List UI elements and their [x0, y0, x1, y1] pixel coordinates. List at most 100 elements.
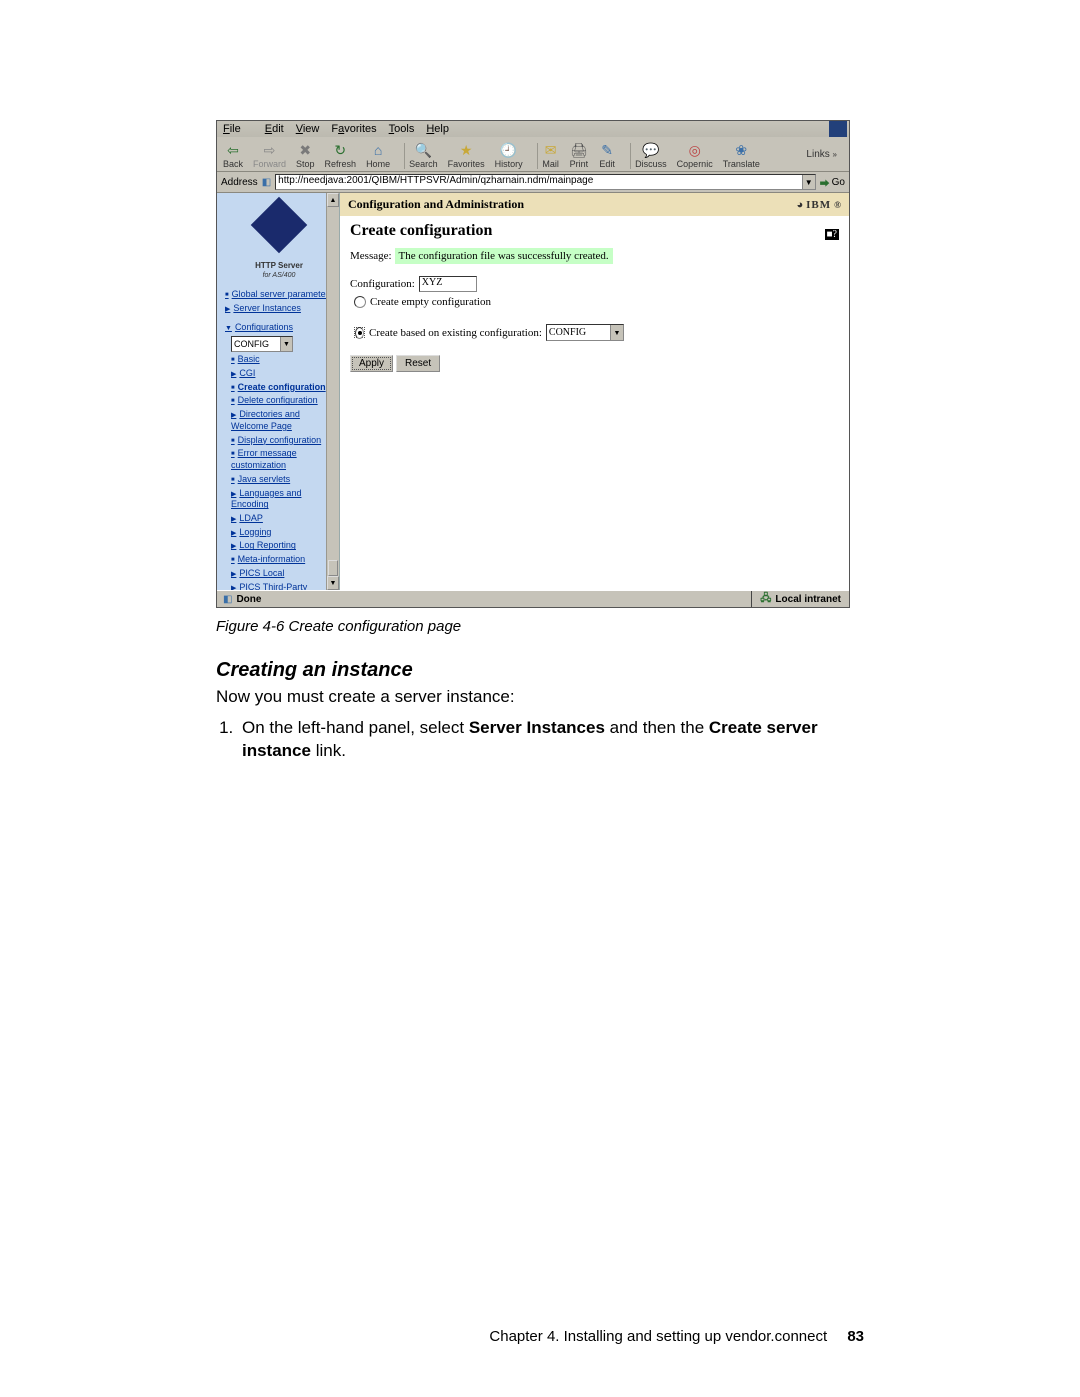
copernic-button[interactable]: ◎Copernic — [677, 141, 713, 169]
go-label[interactable]: Go — [832, 177, 845, 188]
radio-checked-icon — [354, 327, 365, 338]
copernic-icon: ◎ — [686, 141, 704, 159]
page-header-title: Configuration and Administration — [348, 197, 524, 212]
edit-icon: ✎ — [598, 141, 616, 159]
figure-caption: Figure 4-6 Create configuration page — [216, 618, 864, 635]
scroll-up-icon[interactable]: ▲ — [327, 193, 339, 207]
translate-button[interactable]: ❀Translate — [723, 141, 760, 169]
links-label[interactable]: Links » — [806, 149, 845, 160]
product-name: HTTP Serverfor AS/400 — [221, 261, 337, 279]
refresh-icon: ↻ — [331, 141, 349, 159]
message-text: The configuration file was successfully … — [395, 248, 613, 264]
browser-screenshot: File Edit View Favorites Tools Help ⇦Bac… — [216, 120, 850, 608]
step-1: On the left-hand panel, select Server In… — [238, 717, 864, 763]
nav-configurations[interactable]: Configurations — [225, 322, 337, 334]
config-select[interactable]: CONFIG▼ — [231, 336, 293, 352]
menu-edit[interactable]: Edit — [265, 123, 284, 135]
chevron-down-icon: ▼ — [610, 325, 623, 340]
address-bar: Address ◧ http://needjava:2001/QIBM/HTTP… — [217, 172, 849, 193]
discuss-button[interactable]: 💬Discuss — [635, 141, 667, 169]
menu-tools[interactable]: Tools — [389, 123, 415, 135]
forward-button: ⇨Forward — [253, 141, 286, 169]
radio-unchecked-icon — [354, 296, 366, 308]
section-heading: Creating an instance — [216, 659, 864, 682]
page-icon: ◧ — [262, 177, 271, 188]
favorites-button[interactable]: ★Favorites — [448, 141, 485, 169]
nav-pics-third-party[interactable]: PICS Third-Party — [231, 582, 337, 590]
nav-log-reporting[interactable]: Log Reporting — [231, 540, 337, 552]
nav-error-message[interactable]: Error message customization — [231, 448, 337, 471]
radio-based[interactable]: Create based on existing configuration: … — [354, 324, 839, 341]
nav-logging[interactable]: Logging — [231, 527, 337, 539]
message-label: Message: — [350, 250, 392, 262]
address-dropdown-icon[interactable]: ▼ — [802, 175, 815, 189]
status-zone: Local intranet — [775, 594, 841, 605]
back-button[interactable]: ⇦Back — [223, 141, 243, 169]
scroll-down-icon[interactable]: ▼ — [327, 576, 339, 590]
ibm-badge: ◕ IBM® — [797, 199, 842, 211]
refresh-button[interactable]: ↻Refresh — [325, 141, 357, 169]
zone-icon: 🖧 — [760, 591, 771, 608]
diamond-icon — [251, 197, 308, 254]
chevron-down-icon: ▼ — [280, 337, 292, 351]
nav-languages-encoding[interactable]: Languages and Encoding — [231, 488, 337, 511]
history-icon: 🕘 — [500, 141, 518, 159]
step-list: On the left-hand panel, select Server In… — [216, 717, 864, 763]
nav-create-configuration[interactable]: Create configuration — [231, 382, 337, 394]
radio-empty[interactable]: Create empty configuration — [354, 296, 839, 308]
done-icon: ◧ — [223, 594, 232, 605]
print-icon: 🖨 — [570, 141, 588, 159]
nav-ldap[interactable]: LDAP — [231, 513, 337, 525]
nav-server-instances[interactable]: Server Instances — [225, 303, 337, 315]
status-done: Done — [236, 594, 261, 605]
nav-meta-information[interactable]: Meta-information — [231, 554, 337, 566]
sidebar: HTTP Serverfor AS/400 Global server para… — [217, 193, 340, 590]
search-button[interactable]: 🔍Search — [409, 141, 438, 169]
menu-view[interactable]: View — [296, 123, 320, 135]
address-input[interactable]: http://needjava:2001/QIBM/HTTPSVR/Admin/… — [275, 174, 816, 190]
nav-cgi[interactable]: CGI — [231, 368, 337, 380]
config-input[interactable]: XYZ — [419, 276, 477, 292]
print-button[interactable]: 🖨Print — [570, 141, 589, 169]
back-arrow-icon: ⇦ — [224, 141, 242, 159]
translate-icon: ❀ — [732, 141, 750, 159]
menu-help[interactable]: Help — [426, 123, 449, 135]
reset-button[interactable]: Reset — [396, 355, 440, 372]
product-logo — [221, 197, 337, 253]
footer-chapter: Chapter 4. Installing and setting up ven… — [489, 1328, 827, 1345]
stop-button[interactable]: ✖Stop — [296, 141, 315, 169]
page-footer: Chapter 4. Installing and setting up ven… — [0, 1328, 1080, 1345]
go-button[interactable]: ⮕ — [820, 175, 830, 190]
menu-favorites[interactable]: Favorites — [331, 123, 376, 135]
nav-pics-local[interactable]: PICS Local — [231, 568, 337, 580]
nav-directories-welcome[interactable]: Directories and Welcome Page — [231, 409, 337, 432]
section-intro: Now you must create a server instance: — [216, 686, 864, 709]
main-panel: Configuration and Administration ◕ IBM® … — [340, 193, 849, 590]
mail-button[interactable]: ✉Mail — [542, 141, 560, 169]
menu-bar: File Edit View Favorites Tools Help — [217, 121, 849, 137]
edit-button[interactable]: ✎Edit — [598, 141, 616, 169]
apply-button[interactable]: Apply — [350, 355, 393, 372]
discuss-icon: 💬 — [642, 141, 660, 159]
nav-display-configuration[interactable]: Display configuration — [231, 435, 337, 447]
help-icon[interactable]: ■? — [825, 229, 839, 240]
page-header: Configuration and Administration ◕ IBM® — [340, 193, 849, 216]
nav-global-parameters[interactable]: Global server parameters — [225, 289, 337, 301]
nav-java-servlets[interactable]: Java servlets — [231, 474, 337, 486]
page-title: Create configuration — [350, 222, 492, 240]
forward-arrow-icon: ⇨ — [261, 141, 279, 159]
sidebar-scrollbar[interactable]: ▲ ▼ — [326, 193, 339, 590]
home-button[interactable]: ⌂Home — [366, 141, 390, 169]
menu-file[interactable]: File — [223, 123, 253, 135]
status-bar: ◧ Done 🖧 Local intranet — [217, 590, 849, 607]
stop-icon: ✖ — [296, 141, 314, 159]
history-button[interactable]: 🕘History — [495, 141, 523, 169]
nav-basic[interactable]: Basic — [231, 354, 337, 366]
toolbar: ⇦Back ⇨Forward ✖Stop ↻Refresh ⌂Home 🔍Sea… — [217, 137, 849, 172]
scroll-thumb[interactable] — [328, 560, 338, 576]
nav-delete-configuration[interactable]: Delete configuration — [231, 395, 337, 407]
favorites-icon: ★ — [457, 141, 475, 159]
config-row: Configuration: XYZ — [350, 276, 839, 292]
based-select[interactable]: CONFIG▼ — [546, 324, 624, 341]
config-label: Configuration: — [350, 278, 415, 290]
